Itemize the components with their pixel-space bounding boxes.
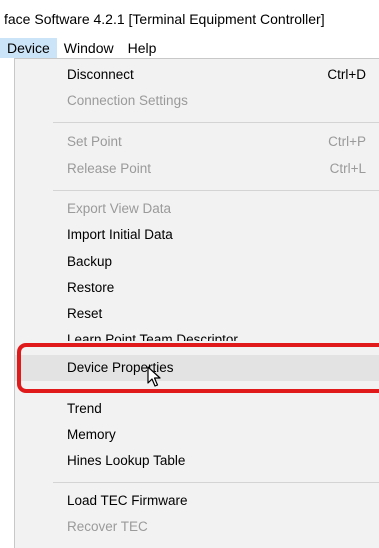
menu-item-trend[interactable]: Trend bbox=[15, 396, 379, 422]
menu-help[interactable]: Help bbox=[121, 38, 164, 58]
menu-item-shortcut: Ctrl+D bbox=[327, 67, 366, 82]
menu-item-import-initial-data[interactable]: Import Initial Data bbox=[15, 222, 379, 248]
menu-item-memory[interactable]: Memory bbox=[15, 422, 379, 448]
menu-item-hines-lookup-table[interactable]: Hines Lookup Table bbox=[15, 448, 379, 474]
menu-item-label: Import Initial Data bbox=[67, 227, 173, 242]
menu-separator bbox=[53, 122, 379, 123]
menu-item-learn-point-team-descriptor[interactable]: Learn Point Team Descriptor bbox=[15, 327, 379, 341]
device-menu-dropdown: Disconnect Ctrl+D Connection Settings Se… bbox=[14, 58, 379, 548]
menu-item-export-view-data: Export View Data bbox=[15, 196, 379, 222]
menu-item-restore[interactable]: Restore bbox=[15, 275, 379, 301]
menu-item-label: Connection Settings bbox=[67, 93, 188, 108]
menu-separator bbox=[53, 190, 379, 191]
menu-item-label: Load TEC Firmware bbox=[67, 493, 188, 508]
menu-item-label: Hines Lookup Table bbox=[67, 453, 186, 468]
menu-device[interactable]: Device bbox=[0, 38, 57, 58]
menu-window[interactable]: Window bbox=[57, 38, 121, 58]
menu-item-label: Memory bbox=[67, 427, 116, 442]
menu-item-reset[interactable]: Reset bbox=[15, 301, 379, 327]
menu-item-label: Restore bbox=[67, 280, 115, 295]
menu-item-load-tec-firmware[interactable]: Load TEC Firmware bbox=[15, 488, 379, 514]
menu-item-connection-settings: Connection Settings bbox=[15, 88, 379, 114]
menu-item-shortcut: Ctrl+L bbox=[329, 161, 366, 176]
menu-item-label: Recover TEC bbox=[67, 519, 148, 534]
menu-item-shortcut: Ctrl+P bbox=[328, 134, 366, 149]
menu-item-label: Reset bbox=[67, 306, 103, 321]
window-title: face Software 4.2.1 [Terminal Equipment … bbox=[0, 0, 379, 38]
menu-item-device-properties[interactable]: Device Properties bbox=[15, 355, 379, 381]
menu-item-backup[interactable]: Backup bbox=[15, 249, 379, 275]
menu-item-disconnect[interactable]: Disconnect Ctrl+D bbox=[15, 62, 379, 88]
menu-item-label: Learn Point Team Descriptor bbox=[67, 332, 238, 341]
menu-bar: Device Window Help bbox=[0, 38, 379, 58]
menu-item-label: Export View Data bbox=[67, 201, 172, 216]
menu-item-label: Trend bbox=[67, 401, 102, 416]
arrow-pointer-icon bbox=[147, 366, 161, 387]
menu-item-label: Release Point bbox=[67, 161, 152, 176]
menu-item-release-point: Release Point Ctrl+L bbox=[15, 156, 379, 182]
app-window: face Software 4.2.1 [Terminal Equipment … bbox=[0, 0, 379, 548]
menu-item-label: Disconnect bbox=[67, 67, 134, 82]
menu-item-set-point: Set Point Ctrl+P bbox=[15, 129, 379, 155]
menu-item-label: Set Point bbox=[67, 134, 122, 149]
menu-separator bbox=[53, 482, 379, 483]
menu-item-label: Backup bbox=[67, 254, 113, 269]
menu-item-recover-tec: Recover TEC bbox=[15, 514, 379, 540]
menu-separator bbox=[53, 390, 379, 391]
